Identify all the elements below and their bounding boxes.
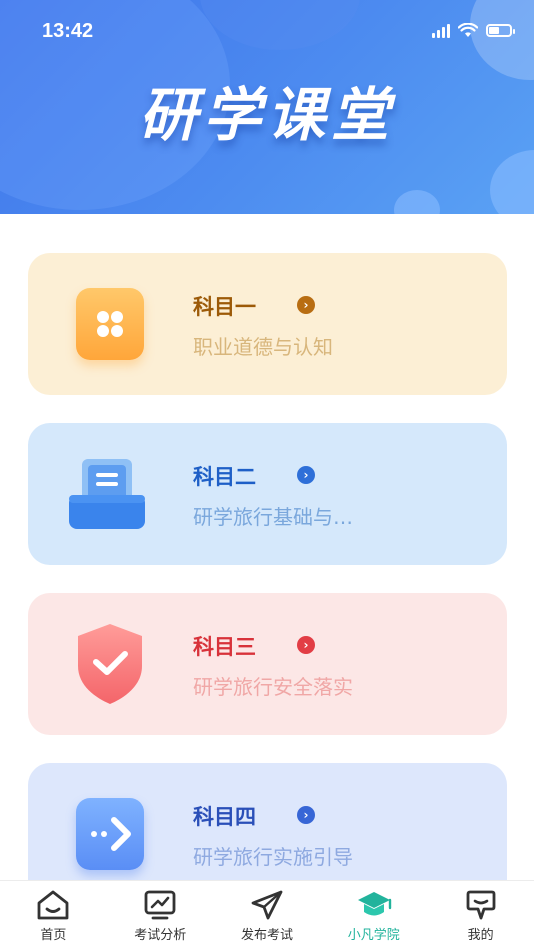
tab-label: 小凡学院 <box>347 928 400 943</box>
chevron-right-icon: › <box>297 466 315 484</box>
subject-card-3[interactable]: 科目三 › 研学旅行安全落实 <box>28 593 507 735</box>
subject-subtitle: 研学旅行实施引导 <box>193 845 353 869</box>
status-time: 13:42 <box>42 20 94 42</box>
tab-mine[interactable]: 我的 <box>427 881 534 951</box>
subject-card-1[interactable]: 科目一 › 职业道德与认知 <box>28 253 507 395</box>
bottom-tab-bar: 首页 考试分析 发布考试 小凡学院 我的 <box>0 880 534 951</box>
subject-subtitle: 研学旅行基础与… <box>193 505 353 529</box>
wifi-icon <box>458 22 478 37</box>
tab-home[interactable]: 首页 <box>0 881 107 951</box>
graduation-cap-icon <box>357 892 391 916</box>
paper-plane-icon <box>251 890 283 920</box>
tab-exam-analysis[interactable]: 考试分析 <box>107 881 214 951</box>
subject-title: 科目一 <box>193 295 256 319</box>
chevron-right-icon: › <box>297 296 315 314</box>
subject-subtitle: 研学旅行安全落实 <box>193 675 353 699</box>
subject-title: 科目三 <box>193 635 256 659</box>
chart-trend-icon <box>144 890 176 920</box>
home-icon <box>37 890 69 920</box>
grid-icon <box>76 288 144 360</box>
tab-publish-exam[interactable]: 发布考试 <box>214 881 321 951</box>
tab-label: 我的 <box>467 928 494 943</box>
tab-label: 考试分析 <box>134 928 187 943</box>
subject-card-2[interactable]: 科目二 › 研学旅行基础与… <box>28 423 507 565</box>
battery-icon <box>486 23 515 37</box>
subject-title: 科目二 <box>193 465 256 489</box>
document-tray-icon <box>68 455 146 533</box>
arrow-right-icon <box>76 798 144 870</box>
tab-label: 首页 <box>40 928 67 943</box>
page-title: 研学课堂 <box>138 81 395 149</box>
tab-xiaofan-academy[interactable]: 小凡学院 <box>320 881 427 951</box>
shield-check-icon <box>74 622 146 706</box>
status-icons <box>432 22 515 38</box>
subject-subtitle: 职业道德与认知 <box>193 335 333 359</box>
tab-label: 发布考试 <box>240 928 293 943</box>
decorative-blob <box>394 190 440 214</box>
decorative-blob <box>200 0 360 50</box>
header-banner: 13:42 研学课堂 <box>0 0 534 214</box>
chevron-right-icon: › <box>297 636 315 654</box>
subject-title: 科目四 <box>193 805 256 829</box>
decorative-blob <box>490 150 534 214</box>
signal-icon <box>432 22 450 38</box>
profile-icon <box>466 890 495 920</box>
chevron-right-icon: › <box>297 806 315 824</box>
